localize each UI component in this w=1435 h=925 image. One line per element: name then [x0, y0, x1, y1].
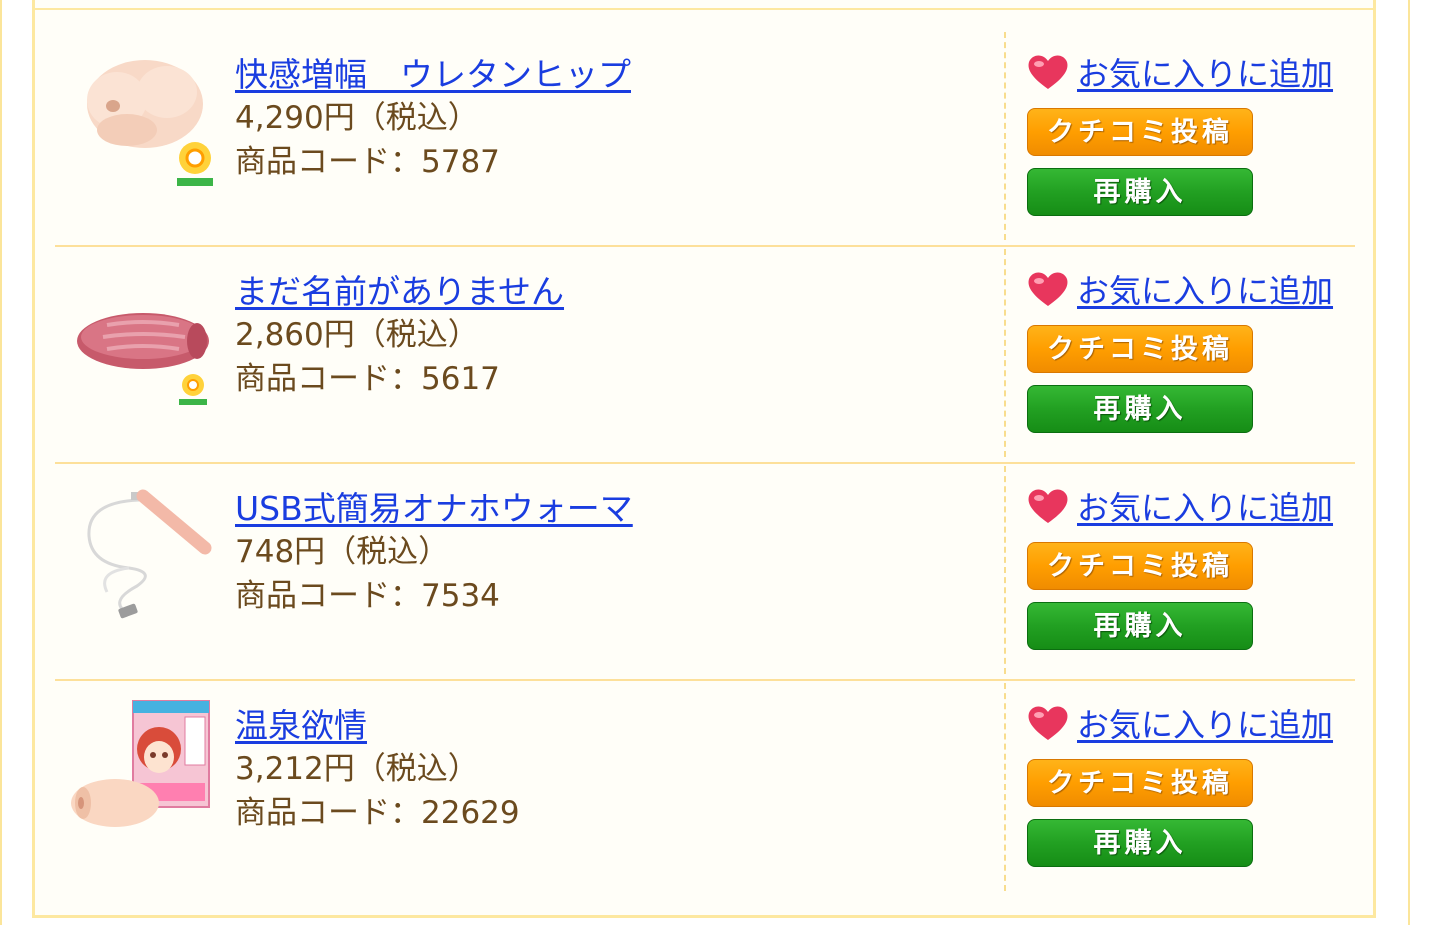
heart-icon — [1028, 55, 1068, 89]
page-edge-left — [0, 0, 2, 925]
add-favorite-link[interactable]: お気に入りに追加 — [1027, 49, 1347, 95]
heart-icon — [1028, 489, 1068, 523]
list-item: 温泉欲情 3,212円（税込） 商品コード：22629 お気に入りに追加 クチコ… — [55, 681, 1355, 898]
add-favorite-link[interactable]: お気に入りに追加 — [1027, 483, 1347, 529]
add-favorite-link[interactable]: お気に入りに追加 — [1027, 700, 1347, 746]
boxed-product-image[interactable] — [67, 693, 215, 843]
rebuy-button[interactable]: 再購入 — [1027, 819, 1253, 867]
rebuy-button[interactable]: 再購入 — [1027, 385, 1253, 433]
write-review-button[interactable]: クチコミ投稿 — [1027, 108, 1253, 156]
write-review-button[interactable]: クチコミ投稿 — [1027, 325, 1253, 373]
write-review-button[interactable]: クチコミ投稿 — [1027, 759, 1253, 807]
product-price: 3,212円（税込） — [235, 751, 479, 787]
column-divider — [1004, 32, 1006, 240]
add-favorite-label[interactable]: お気に入りに追加 — [1077, 49, 1333, 95]
column-divider — [1004, 466, 1006, 674]
hip-product-image[interactable] — [67, 42, 215, 192]
product-name-link[interactable]: まだ名前がありません — [235, 271, 564, 313]
item-actions: お気に入りに追加 クチコミ投稿 再購入 — [1027, 269, 1347, 433]
product-name-link[interactable]: 温泉欲情 — [235, 705, 520, 747]
item-info: 快感増幅 ウレタンヒップ 4,290円（税込） 商品コード：5787 — [235, 54, 631, 184]
product-price: 4,290円（税込） — [235, 100, 479, 136]
product-price: 2,860円（税込） — [235, 317, 479, 353]
add-favorite-label[interactable]: お気に入りに追加 — [1077, 483, 1333, 529]
item-actions: お気に入りに追加 クチコミ投稿 再購入 — [1027, 486, 1347, 650]
product-code: 商品コード：22629 — [235, 795, 520, 831]
item-info: 温泉欲情 3,212円（税込） 商品コード：22629 — [235, 705, 520, 835]
panel-top-border — [32, 8, 1376, 10]
add-favorite-link[interactable]: お気に入りに追加 — [1027, 266, 1347, 312]
product-name-link[interactable]: 快感増幅 ウレタンヒップ — [235, 54, 631, 96]
item-actions: お気に入りに追加 クチコミ投稿 再購入 — [1027, 703, 1347, 867]
item-actions: お気に入りに追加 クチコミ投稿 再購入 — [1027, 52, 1347, 216]
product-code: 商品コード：5617 — [235, 361, 500, 397]
item-info: まだ名前がありません 2,860円（税込） 商品コード：5617 — [235, 271, 564, 401]
product-code: 商品コード：5787 — [235, 144, 500, 180]
list-item: USB式簡易オナホウォーマ 748円（税込） 商品コード：7534 お気に入りに… — [55, 464, 1355, 681]
add-favorite-label[interactable]: お気に入りに追加 — [1077, 700, 1333, 746]
add-favorite-label[interactable]: お気に入りに追加 — [1077, 266, 1333, 312]
item-info: USB式簡易オナホウォーマ 748円（税込） 商品コード：7534 — [235, 488, 633, 618]
sleeve-product-image[interactable] — [67, 259, 215, 409]
rebuy-button[interactable]: 再購入 — [1027, 168, 1253, 216]
product-name-link[interactable]: USB式簡易オナホウォーマ — [235, 488, 633, 530]
heart-icon — [1028, 272, 1068, 306]
usb-warmer-product-image[interactable] — [67, 476, 215, 626]
list-item: 快感増幅 ウレタンヒップ 4,290円（税込） 商品コード：5787 お気に入り… — [55, 30, 1355, 247]
column-divider — [1004, 249, 1006, 457]
list-item: まだ名前がありません 2,860円（税込） 商品コード：5617 お気に入りに追… — [55, 247, 1355, 464]
purchase-history-list: 快感増幅 ウレタンヒップ 4,290円（税込） 商品コード：5787 お気に入り… — [55, 30, 1355, 898]
heart-icon — [1028, 706, 1068, 740]
product-price: 748円（税込） — [235, 534, 450, 570]
write-review-button[interactable]: クチコミ投稿 — [1027, 542, 1253, 590]
rebuy-button[interactable]: 再購入 — [1027, 602, 1253, 650]
column-divider — [1004, 683, 1006, 891]
page-edge-right — [1408, 0, 1410, 925]
product-code: 商品コード：7534 — [235, 578, 500, 614]
